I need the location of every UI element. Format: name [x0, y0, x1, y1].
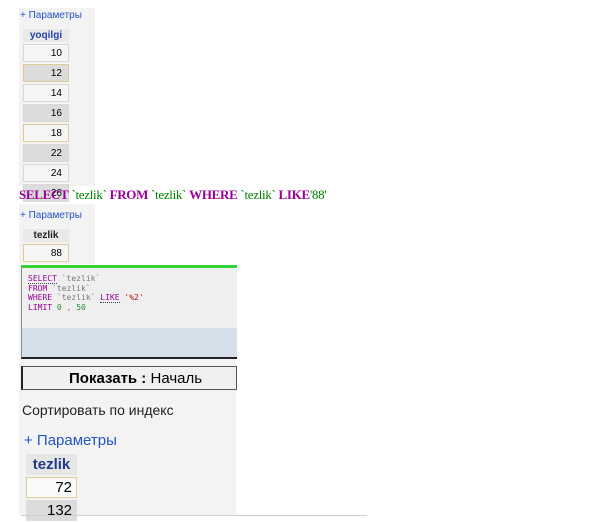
bottom-divider [21, 515, 367, 516]
code-identifier: `tezlik` [52, 283, 91, 293]
column-header-yoqilgi[interactable]: yoqilgi [23, 29, 69, 42]
sql-identifier: `tezlik` [240, 187, 276, 202]
params-toggle-link-3[interactable]: + Параметры [24, 432, 117, 449]
results-table-yoqilgi: yoqilgi 10 12 14 16 18 22 24 26 [22, 27, 70, 204]
code-number: 50 [76, 302, 86, 312]
params-toggle-link-2[interactable]: + Параметры [20, 210, 82, 221]
params-toggle-link-1[interactable]: + Параметры [20, 10, 82, 21]
code-keyword: WHERE [28, 293, 53, 302]
sql-code-box: SELECT `tezlik` FROM `tezlik` WHERE `tez… [21, 265, 237, 359]
table-row: 72 [26, 477, 78, 498]
table-row: 22 [23, 144, 69, 162]
column-header-tezlik[interactable]: tezlik [23, 229, 69, 242]
code-string: '%2' [124, 293, 144, 302]
table-row: 12 [23, 64, 69, 82]
table-cell: 12 [23, 64, 69, 82]
sql-keyword-like: LIKE [278, 187, 311, 202]
code-number: 0 [56, 302, 62, 312]
table-row: 16 [23, 104, 69, 122]
table-row: 14 [23, 84, 69, 102]
table-cell: 14 [23, 84, 69, 102]
sql-identifier: `tezlik` [71, 187, 107, 202]
show-start-value: Началь [150, 370, 203, 387]
sql-query-text: SELECT `tezlik` FROM `tezlik` WHERE `tez… [19, 187, 327, 203]
sql-code-footer [22, 328, 237, 357]
table-row: 24 [23, 164, 69, 182]
table-cell: 10 [23, 44, 69, 62]
show-rows-bar[interactable]: Показать : Началь [21, 366, 237, 390]
sort-by-index-label[interactable]: Сортировать по индекс [22, 402, 236, 418]
code-identifier: `tezlik` [56, 293, 96, 302]
table-row: 18 [23, 124, 69, 142]
table-row: 10 [23, 44, 69, 62]
sql-keyword-from: FROM [109, 187, 149, 202]
code-keyword: LIMIT [28, 302, 53, 312]
code-separator: , [66, 302, 72, 312]
code-keyword: FROM [28, 283, 48, 293]
results-table-tezlik-2: tezlik 72 132 [24, 452, 79, 523]
column-header-tezlik[interactable]: tezlik [26, 454, 78, 475]
sql-string-value: '88' [309, 187, 327, 202]
code-keyword: SELECT [28, 274, 57, 284]
show-label: Показать : [69, 370, 147, 387]
table-cell: 18 [23, 124, 69, 142]
sql-identifier: `tezlik` [151, 187, 187, 202]
table-cell: 22 [23, 144, 69, 162]
table-cell: 16 [23, 104, 69, 122]
results-table-tezlik: tezlik 88 [22, 227, 70, 264]
code-identifier: `tezlik` [61, 274, 101, 283]
table-row: 88 [23, 244, 69, 262]
sql-keyword-where: WHERE [189, 187, 238, 202]
table-cell: 88 [23, 244, 69, 262]
table-cell: 72 [26, 477, 78, 498]
sql-code-body: SELECT `tezlik` FROM `tezlik` WHERE `tez… [22, 268, 237, 328]
code-keyword: LIKE [100, 293, 120, 303]
table-cell: 24 [23, 164, 69, 182]
sql-keyword-select: SELECT [19, 187, 69, 202]
